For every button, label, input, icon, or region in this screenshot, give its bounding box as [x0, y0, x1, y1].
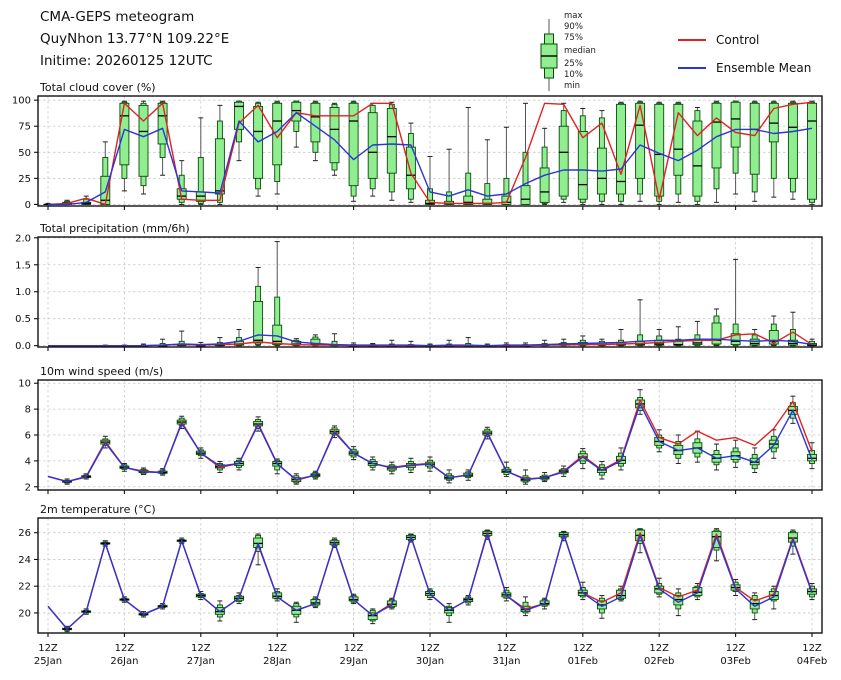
init-time: Initime: 20260125 12UTC	[40, 50, 229, 72]
y-tick-label: 26	[18, 528, 31, 539]
y-tick-label: 1.5	[15, 260, 31, 271]
y-tick-label: 6	[25, 431, 31, 442]
panel-wind: 10m wind speed (m/s) 2 4 6 8 10	[18, 365, 822, 494]
x-tick-hour: 12Z	[344, 643, 364, 654]
meteogram-page: Total cloud cover (%) 0 25 50 75 100 Total pre…	[0, 0, 841, 680]
box-25-75	[387, 109, 396, 174]
x-tick-hour: 12Z	[726, 643, 746, 654]
legend-ensemble-label: Ensemble Mean	[716, 61, 811, 75]
x-tick-hour: 12Z	[115, 643, 135, 654]
gridlines	[34, 380, 822, 494]
gridlines	[34, 518, 822, 637]
box-25-75	[311, 103, 320, 142]
gridlines	[34, 237, 822, 351]
x-axis-labels: 12Z 25Jan 12Z 26Jan 12Z 27Jan 12Z 28Jan 12Z 29Jan…	[34, 643, 827, 667]
x-tick-date: 29Jan	[340, 656, 368, 667]
x-tick-hour: 12Z	[267, 643, 287, 654]
x-tick-hour: 12Z	[38, 643, 58, 654]
box-25-75	[120, 103, 129, 165]
x-tick-hour: 12Z	[573, 643, 593, 654]
box-25-75	[521, 186, 530, 205]
panel-temp: 2m temperature (°C) 20 22 24 26	[18, 503, 822, 637]
boxplot-legend-label: median	[564, 46, 596, 56]
y-tick-label: 2	[25, 482, 31, 493]
panel-title: 10m wind speed (m/s)	[40, 365, 163, 378]
boxplot-legend-label: 75%	[564, 33, 583, 43]
x-tick-hour: 12Z	[802, 643, 822, 654]
boxplot-legend-label: 90%	[564, 22, 583, 32]
box-25-75	[617, 104, 626, 194]
y-tick-label: 10	[18, 379, 31, 390]
meteogram-canvas: Total cloud cover (%) 0 25 50 75 100 Total pre…	[0, 0, 841, 680]
x-tick-date: 03Feb	[720, 656, 750, 667]
x-tick-date: 27Jan	[187, 656, 215, 667]
y-tick-label: 100	[12, 96, 31, 107]
x-tick-hour: 12Z	[191, 643, 211, 654]
box-25-75	[808, 103, 817, 199]
legend-control-label: Control	[716, 33, 759, 47]
box-25-75	[292, 102, 301, 121]
box-25-75	[731, 102, 740, 147]
boxplot-series	[101, 242, 817, 346]
y-tick-label: 0	[25, 200, 31, 211]
y-tick-label: 50	[18, 148, 31, 159]
box-25-75	[578, 131, 587, 199]
y-tick-label: 20	[18, 608, 31, 619]
panel-title: Total precipitation (mm/6h)	[39, 222, 190, 235]
header: CMA-GEPS meteogram QuyNhon 13.77°N 109.2…	[40, 6, 229, 72]
boxplot-legend-label: 25%	[564, 59, 583, 69]
panel-precip: Total precipitation (mm/6h) 0.0 0.5 1.0 1.5 2…	[15, 222, 822, 352]
y-tick-label: 24	[18, 555, 31, 566]
ensemble-line-swatch	[678, 67, 706, 69]
legend-ensemble: Ensemble Mean	[678, 61, 811, 75]
y-tick-label: 22	[18, 582, 31, 593]
panel-title: Total cloud cover (%)	[39, 81, 156, 94]
box-25-75	[254, 301, 263, 343]
x-tick-date: 04Feb	[797, 656, 827, 667]
control-line-swatch	[678, 39, 706, 41]
box-25-75	[559, 126, 568, 196]
y-tick-label: 25	[18, 174, 31, 185]
y-tick-label: 0.0	[15, 341, 31, 352]
box-25-75	[750, 339, 759, 345]
x-tick-date: 30Jan	[416, 656, 444, 667]
x-tick-date: 25Jan	[34, 656, 62, 667]
y-tick-label: 1.0	[15, 287, 31, 298]
box-25-75	[139, 105, 148, 176]
x-tick-date: 02Feb	[644, 656, 674, 667]
x-tick-date: 01Feb	[568, 656, 598, 667]
station-location: QuyNhon 13.77°N 109.22°E	[40, 28, 229, 50]
y-tick-label: 8	[25, 405, 31, 416]
panel-title: 2m temperature (°C)	[40, 503, 156, 516]
x-tick-date: 26Jan	[110, 656, 138, 667]
y-tick-label: 0.5	[15, 314, 31, 325]
boxplot-series	[63, 529, 817, 632]
boxplot-legend-label: 10%	[564, 70, 583, 80]
box-25-75	[750, 103, 759, 174]
page-title: CMA-GEPS meteogram	[40, 6, 229, 28]
legend-control: Control	[678, 33, 759, 47]
y-tick-label: 2.0	[15, 233, 31, 244]
y-tick-label: 75	[18, 122, 31, 133]
boxplot-legend-icon	[536, 10, 562, 96]
y-tick-label: 4	[25, 456, 31, 467]
x-tick-hour: 12Z	[420, 643, 440, 654]
boxplot-legend-label: min	[564, 81, 580, 91]
panel-cloud: Total cloud cover (%) 0 25 50 75 100	[12, 81, 822, 211]
box-25-75	[788, 103, 797, 178]
legend: max90%75% median 25%10%min Control Ensembl…	[528, 6, 828, 92]
x-tick-date: 31Jan	[492, 656, 520, 667]
x-tick-date: 28Jan	[263, 656, 291, 667]
x-tick-hour: 12Z	[649, 643, 669, 654]
box-25-75	[540, 168, 549, 202]
x-tick-hour: 12Z	[497, 643, 517, 654]
boxplot-legend-label: max	[564, 11, 583, 21]
